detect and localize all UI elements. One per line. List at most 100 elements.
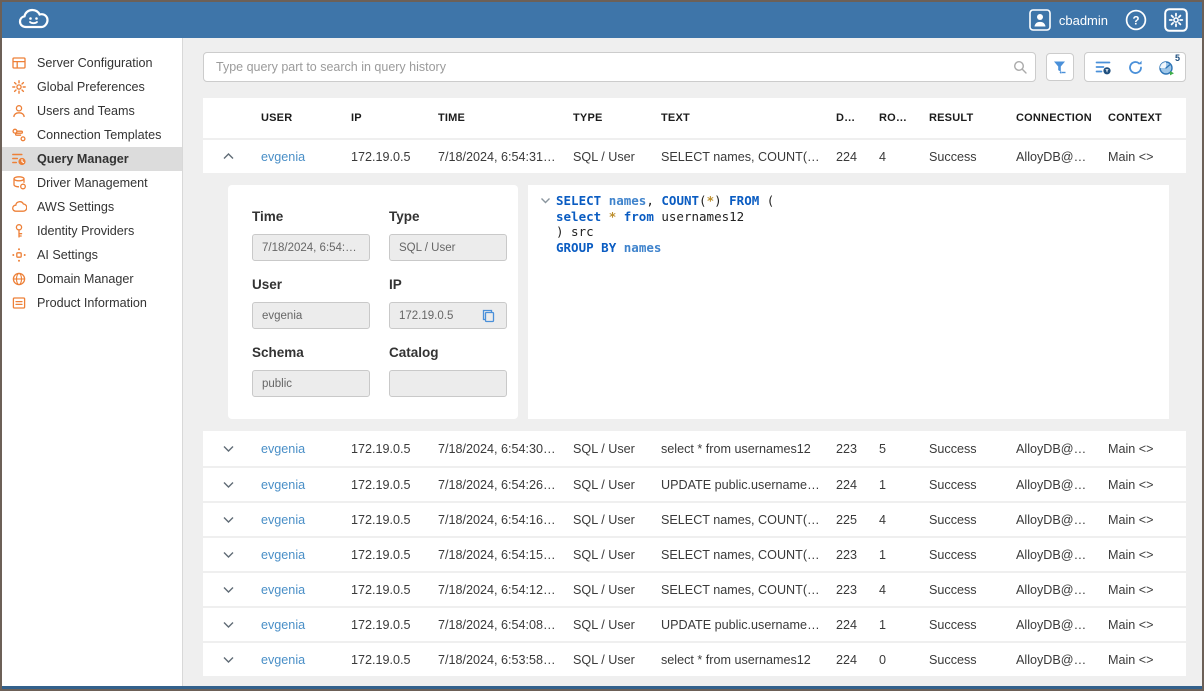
column-header-type[interactable]: TYPE [565,112,653,124]
catalog-value-input[interactable] [389,370,507,397]
sql-token: BY [601,240,616,255]
sidebar-item-label: Driver Management [37,176,148,190]
administration-settings-button[interactable] [1164,8,1188,32]
row-cell-duration: 224 [828,150,871,164]
row-cell-time: 7/18/2024, 6:54:30 PM [430,442,565,456]
sql-token: names [624,240,662,255]
detail-field-catalog: Catalog [389,345,507,397]
expand-row-chevron-icon[interactable] [203,583,253,596]
query-history-row[interactable]: evgenia172.19.0.57/18/2024, 6:54:30 PMSQ… [203,431,1186,466]
column-header-dura[interactable]: DURA... [828,112,871,124]
column-header-user[interactable]: USER [253,112,343,124]
search-box [203,52,1036,82]
refresh-button[interactable] [1125,57,1145,77]
row-cell-context: Main <> [1100,150,1186,164]
row-cell-ip: 172.19.0.5 [343,513,430,527]
row-cell-rows: 4 [871,583,921,597]
row-cell-connection: AlloyDB@proje... [1008,513,1100,527]
column-header-connection[interactable]: CONNECTION [1008,112,1100,124]
row-cell-context: Main <> [1100,653,1186,667]
sql-token: select [556,209,601,224]
row-cell-text: SELECT names, COUNT(*) FRO... [653,513,828,527]
refresh-icon [1126,58,1145,77]
user-label: cbadmin [1059,13,1108,28]
row-cell-context: Main <> [1100,478,1186,492]
sidebar-item-domain-manager[interactable]: Domain Manager [2,267,182,291]
sql-token: , [646,193,661,208]
query-history-row[interactable]: evgenia172.19.0.57/18/2024, 6:54:12 PMSQ… [203,571,1186,606]
row-cell-duration: 223 [828,442,871,456]
search-input[interactable] [203,52,1036,82]
row-cell-result: Success [921,513,1008,527]
row-cell-user[interactable]: evgenia [253,653,343,667]
cloudbeaver-logo-icon [16,6,62,34]
schema-value-input[interactable]: public [252,370,370,397]
column-header-time[interactable]: TIME [430,112,565,124]
sidebar-item-global-preferences[interactable]: Global Preferences [2,75,182,99]
column-header-text[interactable]: TEXT [653,112,828,124]
query-history-row[interactable]: evgenia172.19.0.57/18/2024, 6:53:58 PMSQ… [203,641,1186,676]
sidebar-item-driver-management[interactable]: Driver Management [2,171,182,195]
global-preferences-icon [11,79,27,95]
expand-row-chevron-icon[interactable] [203,513,253,526]
row-cell-user[interactable]: evgenia [253,442,343,456]
column-header-rows[interactable]: ROWS [871,112,921,124]
filter-button[interactable] [1046,53,1074,81]
admin-sidebar: Server ConfigurationGlobal PreferencesUs… [2,38,183,686]
user-value-input[interactable]: evgenia [252,302,370,329]
query-history-row-expanded[interactable]: evgenia172.19.0.57/18/2024, 6:54:31 PMSQ… [203,138,1186,173]
sidebar-item-users-and-teams[interactable]: Users and Teams [2,99,182,123]
sql-collapse-chevron-icon[interactable] [534,193,556,411]
help-button[interactable]: ? [1124,8,1148,32]
expand-row-chevron-icon[interactable] [203,618,253,631]
query-history-table-header: USERIPTIMETYPETEXTDURA...ROWSRESULTCONNE… [203,98,1186,138]
query-history-row[interactable]: evgenia172.19.0.57/18/2024, 6:54:16 PMSQ… [203,501,1186,536]
query-history-row[interactable]: evgenia172.19.0.57/18/2024, 6:54:08 PMSQ… [203,606,1186,641]
sidebar-item-server-configuration[interactable]: Server Configuration [2,51,182,75]
row-cell-user[interactable]: evgenia [253,513,343,527]
sql-token: ) [714,193,729,208]
row-cell-ip: 172.19.0.5 [343,150,430,164]
row-cell-user[interactable]: evgenia [253,150,343,164]
collapse-row-chevron-icon[interactable] [203,150,253,163]
sidebar-item-label: Identity Providers [37,224,134,238]
sidebar-item-query-manager[interactable]: Query Manager [2,147,182,171]
expand-row-chevron-icon[interactable] [203,442,253,455]
expand-row-chevron-icon[interactable] [203,548,253,561]
field-value: public [262,378,360,390]
row-cell-user[interactable]: evgenia [253,548,343,562]
sidebar-item-connection-templates[interactable]: Connection Templates [2,123,182,147]
product-information-icon [11,295,27,311]
sql-token: ( [699,193,707,208]
row-cell-text: SELECT names, COUNT(*) FRO... [653,583,828,597]
sidebar-item-product-information[interactable]: Product Information [2,291,182,315]
time-value-input[interactable]: 7/18/2024, 6:54:31 PM [252,234,370,261]
row-cell-user[interactable]: evgenia [253,618,343,632]
sidebar-item-ai-settings[interactable]: AI Settings [2,243,182,267]
expand-row-chevron-icon[interactable] [203,478,253,491]
expand-row-chevron-icon[interactable] [203,653,253,666]
row-cell-user[interactable]: evgenia [253,583,343,597]
row-cell-type: SQL / User [565,653,653,667]
sql-line: select * from usernames12 [556,209,774,225]
row-cell-connection: AlloyDB@proje... [1008,653,1100,667]
type-value-input[interactable]: SQL / User [389,234,507,261]
row-cell-result: Success [921,618,1008,632]
row-cell-user[interactable]: evgenia [253,478,343,492]
user-menu[interactable]: cbadmin [1029,9,1108,31]
column-header-context[interactable]: CONTEXT [1100,112,1186,124]
query-history-row[interactable]: evgenia172.19.0.57/18/2024, 6:54:15 PMSQ… [203,536,1186,571]
bottom-accent-line [2,686,1202,689]
row-cell-text: select * from usernames12 [653,442,828,456]
sidebar-item-aws-settings[interactable]: AWS Settings [2,195,182,219]
query-history-row[interactable]: evgenia172.19.0.57/18/2024, 6:54:26 PMSQ… [203,466,1186,501]
column-header-ip[interactable]: IP [343,112,430,124]
column-header-result[interactable]: RESULT [921,112,1008,124]
ip-value-input[interactable]: 172.19.0.5 [389,302,507,329]
log-view-settings-button[interactable] [1093,57,1113,77]
copy-icon[interactable] [481,308,497,324]
detail-field-schema: Schemapublic [252,345,370,397]
sidebar-item-identity-providers[interactable]: Identity Providers [2,219,182,243]
auto-refresh-button[interactable]: 5 [1157,57,1177,77]
sql-code[interactable]: SELECT names, COUNT(*) FROM (select * fr… [556,193,774,411]
